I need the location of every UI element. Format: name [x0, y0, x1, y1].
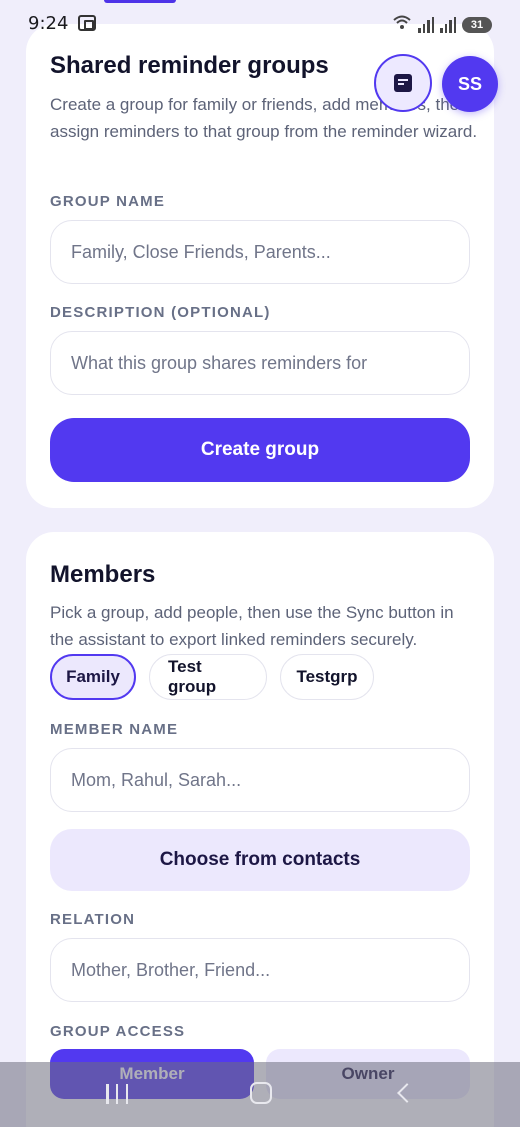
- group-description-input[interactable]: [50, 331, 470, 395]
- group-chip-test-group[interactable]: Test group: [149, 654, 267, 700]
- relation-input[interactable]: [50, 938, 470, 1002]
- member-name-label: MEMBER NAME: [50, 721, 179, 738]
- signal-icon-2: [440, 16, 456, 33]
- status-time: 9:24: [28, 12, 69, 34]
- status-icons: 31: [392, 14, 492, 35]
- back-icon[interactable]: [397, 1083, 417, 1103]
- members-card: Members Pick a group, add people, then u…: [26, 532, 494, 1127]
- avatar[interactable]: SS: [442, 56, 498, 112]
- notes-icon: [394, 74, 412, 92]
- members-description: Pick a group, add people, then use the S…: [50, 603, 454, 649]
- battery-indicator: 31: [462, 16, 492, 33]
- screen-capture-icon: [78, 15, 97, 31]
- members-title: Members: [50, 561, 156, 588]
- group-chip-family[interactable]: Family: [50, 654, 136, 700]
- create-group-button[interactable]: Create group: [50, 418, 470, 482]
- group-chip-testgrp[interactable]: Testgrp: [280, 654, 374, 700]
- group-description-label: DESCRIPTION (OPTIONAL): [50, 304, 271, 321]
- wifi-icon: [392, 14, 412, 35]
- system-nav-bar: [0, 1062, 520, 1127]
- notes-button[interactable]: [374, 54, 432, 112]
- recent-apps-icon[interactable]: [106, 1084, 128, 1104]
- relation-label: RELATION: [50, 911, 136, 928]
- group-name-label: GROUP NAME: [50, 193, 166, 210]
- group-name-input[interactable]: [50, 220, 470, 284]
- signal-icon: [418, 16, 434, 33]
- groups-title: Shared reminder groups: [50, 52, 329, 79]
- status-bar: 9:24 31: [0, 0, 520, 46]
- choose-contacts-button[interactable]: Choose from contacts: [50, 829, 470, 891]
- member-name-input[interactable]: [50, 748, 470, 812]
- group-access-label: GROUP ACCESS: [50, 1023, 186, 1040]
- home-icon[interactable]: [250, 1082, 272, 1104]
